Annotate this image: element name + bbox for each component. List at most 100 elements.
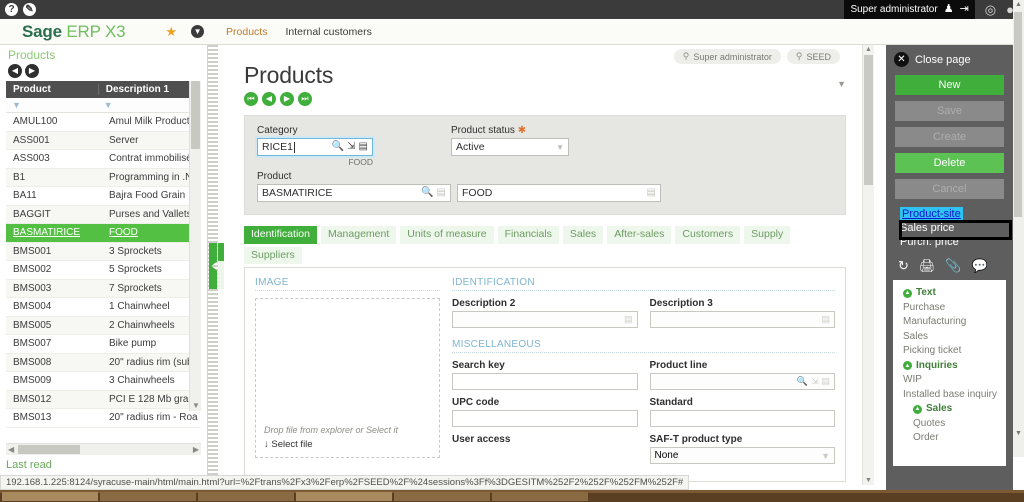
brush-icon[interactable]: ✎ xyxy=(23,3,36,16)
sage-logo[interactable]: Sage ERP X3 xyxy=(0,22,126,42)
help-icon[interactable]: ? xyxy=(5,3,18,16)
table-row[interactable]: BMS004 1 Chainwheel xyxy=(6,298,201,317)
scroll-thumb[interactable] xyxy=(1014,12,1022,217)
tree-item-sales[interactable]: Sales xyxy=(893,330,1006,345)
selection-list-icon[interactable]: ▤ xyxy=(821,376,830,387)
table-row[interactable]: BMS003 7 Sprockets xyxy=(6,279,201,298)
chip-user[interactable]: ⚲ Super administrator xyxy=(673,49,781,64)
upc-code-input[interactable] xyxy=(452,410,638,428)
list-prev-button[interactable]: ◀ xyxy=(8,64,22,78)
column-header-description[interactable]: Description 1 xyxy=(97,84,190,95)
saft-product-type-select[interactable]: None ▼ xyxy=(649,447,835,465)
comment-icon[interactable]: 💬 xyxy=(972,258,988,274)
tree-item-order[interactable]: Order xyxy=(893,431,1006,446)
tab-sales[interactable]: Sales xyxy=(562,226,604,244)
chevron-down-icon[interactable]: ▼ xyxy=(821,451,830,461)
taskbar-item[interactable] xyxy=(394,491,490,501)
table-row[interactable]: BMS008 20" radius rim (subcor xyxy=(6,353,201,372)
title-dropdown-icon[interactable]: ▼ xyxy=(837,79,846,89)
column-header-product[interactable]: Product xyxy=(6,84,98,95)
table-row[interactable]: BMS012 PCI E 128 Mb graphic xyxy=(6,390,201,409)
taskbar-item[interactable] xyxy=(492,491,588,501)
breadcrumb-products[interactable]: Products xyxy=(226,26,267,38)
print-icon[interactable]: 🖨 xyxy=(919,258,936,274)
expand-icon[interactable]: ▲ xyxy=(913,404,922,414)
record-nav-button-2[interactable]: ▶ xyxy=(280,92,294,106)
tree-item-wip[interactable]: WIP xyxy=(893,373,1006,388)
scroll-thumb[interactable] xyxy=(191,81,200,149)
scroll-down-icon[interactable]: ▼ xyxy=(1015,430,1022,437)
selection-list-icon[interactable]: ▤ xyxy=(437,188,446,198)
attachment-icon[interactable]: 📎 xyxy=(945,258,961,274)
table-row[interactable]: BAGGIT Purses and Vallets xyxy=(6,205,201,224)
record-nav-button-0[interactable]: ⏮ xyxy=(244,92,258,106)
table-row[interactable]: AMUL100 Amul Milk Products xyxy=(6,113,201,132)
main-vertical-scrollbar[interactable]: ▲ ▼ xyxy=(862,45,874,485)
selection-list-icon[interactable]: ▤ xyxy=(821,314,830,325)
logout-icon[interactable]: ⇥ xyxy=(960,4,969,15)
table-row[interactable]: BMS009 3 Chainwheels xyxy=(6,372,201,391)
right-panel-scrollbar[interactable]: ▲ ▼ xyxy=(1013,0,1024,457)
table-row[interactable]: B1 Programming in .NET xyxy=(6,168,201,187)
filter-icon-description[interactable]: ▼ xyxy=(98,100,190,110)
breadcrumb-internal-customers[interactable]: Internal customers xyxy=(285,26,371,38)
star-icon[interactable]: ★ xyxy=(165,24,177,40)
jump-to-icon[interactable]: ⇲ xyxy=(811,376,819,387)
filter-icon-product[interactable]: ▼ xyxy=(6,100,98,110)
user-block[interactable]: Super administrator ♟ ⇥ xyxy=(844,0,975,19)
standard-input[interactable] xyxy=(649,410,835,428)
search-icon[interactable]: 🔍 xyxy=(797,376,808,387)
headset-icon[interactable]: ♟ xyxy=(944,4,954,15)
table-row[interactable]: BMS002 5 Sprockets xyxy=(6,261,201,280)
selection-list-icon[interactable]: ▤ xyxy=(647,188,656,198)
tab-suppliers[interactable]: Suppliers xyxy=(244,246,302,265)
scroll-thumb[interactable] xyxy=(864,55,873,185)
product-description-input[interactable]: FOOD ▤ xyxy=(457,184,661,202)
tab-customers[interactable]: Customers xyxy=(675,226,741,244)
table-row[interactable]: BMS001 3 Sprockets xyxy=(6,242,201,261)
tab-units-of-measure[interactable]: Units of measure xyxy=(400,226,494,244)
target-icon[interactable]: ◎ xyxy=(985,2,996,18)
tab-identification[interactable]: Identification xyxy=(244,226,317,244)
tree-item-picking-ticket[interactable]: Picking ticket xyxy=(893,344,1006,359)
link-product-site[interactable]: Product-site xyxy=(900,207,963,221)
selection-list-icon[interactable]: ▤ xyxy=(359,142,368,152)
tree-item-sales[interactable]: ▲ Sales xyxy=(893,402,1006,417)
taskbar-item[interactable] xyxy=(296,491,392,501)
table-row[interactable]: BMS007 Bike pump xyxy=(6,335,201,354)
jump-to-icon[interactable]: ⇲ xyxy=(347,142,355,152)
hscroll-left-icon[interactable]: ◀ xyxy=(8,445,14,454)
scroll-down-icon[interactable]: ▼ xyxy=(192,401,200,410)
tab-after-sales[interactable]: After-sales xyxy=(607,226,672,244)
taskbar-item[interactable] xyxy=(100,491,196,501)
tab-supply[interactable]: Supply xyxy=(744,226,791,244)
table-row[interactable]: ASS001 Server xyxy=(6,131,201,150)
expand-icon[interactable]: ▲ xyxy=(903,288,912,298)
product-status-select[interactable]: Active ▼ xyxy=(451,138,569,156)
chevron-down-icon[interactable]: ▼ xyxy=(191,25,205,38)
selection-list-icon[interactable]: ▤ xyxy=(624,314,633,325)
tree-item-manufacturing[interactable]: Manufacturing xyxy=(893,315,1006,330)
description2-input[interactable]: ▤ xyxy=(452,311,638,329)
scroll-down-icon[interactable]: ▼ xyxy=(865,477,872,484)
table-row[interactable]: BASMATIRICE FOOD xyxy=(6,224,201,243)
list-next-button[interactable]: ▶ xyxy=(25,64,39,78)
tree-item-inquiries[interactable]: ▲ Inquiries xyxy=(893,359,1006,374)
close-page-button[interactable]: ✕ Close page xyxy=(886,45,1013,75)
table-row[interactable]: BMS013 20" radius rim - Road xyxy=(6,409,201,428)
tree-item-text[interactable]: ▲ Text xyxy=(893,286,1006,301)
image-dropzone[interactable]: Drop file from explorer or Select it ↓ S… xyxy=(255,298,440,459)
scroll-up-icon[interactable]: ▲ xyxy=(865,46,872,53)
chip-folder[interactable]: ⚲ SEED xyxy=(786,49,840,64)
chevron-down-icon[interactable]: ▼ xyxy=(556,143,564,152)
record-nav-button-3[interactable]: ⏭ xyxy=(298,92,312,106)
record-nav-button-1[interactable]: ◀ xyxy=(262,92,276,106)
product-line-input[interactable]: 🔍 ⇲ ▤ xyxy=(649,373,835,391)
product-input[interactable]: BASMATIRICE 🔍 ▤ xyxy=(257,184,451,202)
description3-input[interactable]: ▤ xyxy=(649,311,835,329)
grid-vertical-scrollbar[interactable]: ▲ ▼ xyxy=(189,81,201,411)
table-row[interactable]: BA11 Bajra Food Grain xyxy=(6,187,201,206)
taskbar-item[interactable] xyxy=(198,491,294,501)
expand-icon[interactable]: ▲ xyxy=(903,361,912,371)
scroll-up-icon[interactable]: ▲ xyxy=(1015,1,1022,8)
